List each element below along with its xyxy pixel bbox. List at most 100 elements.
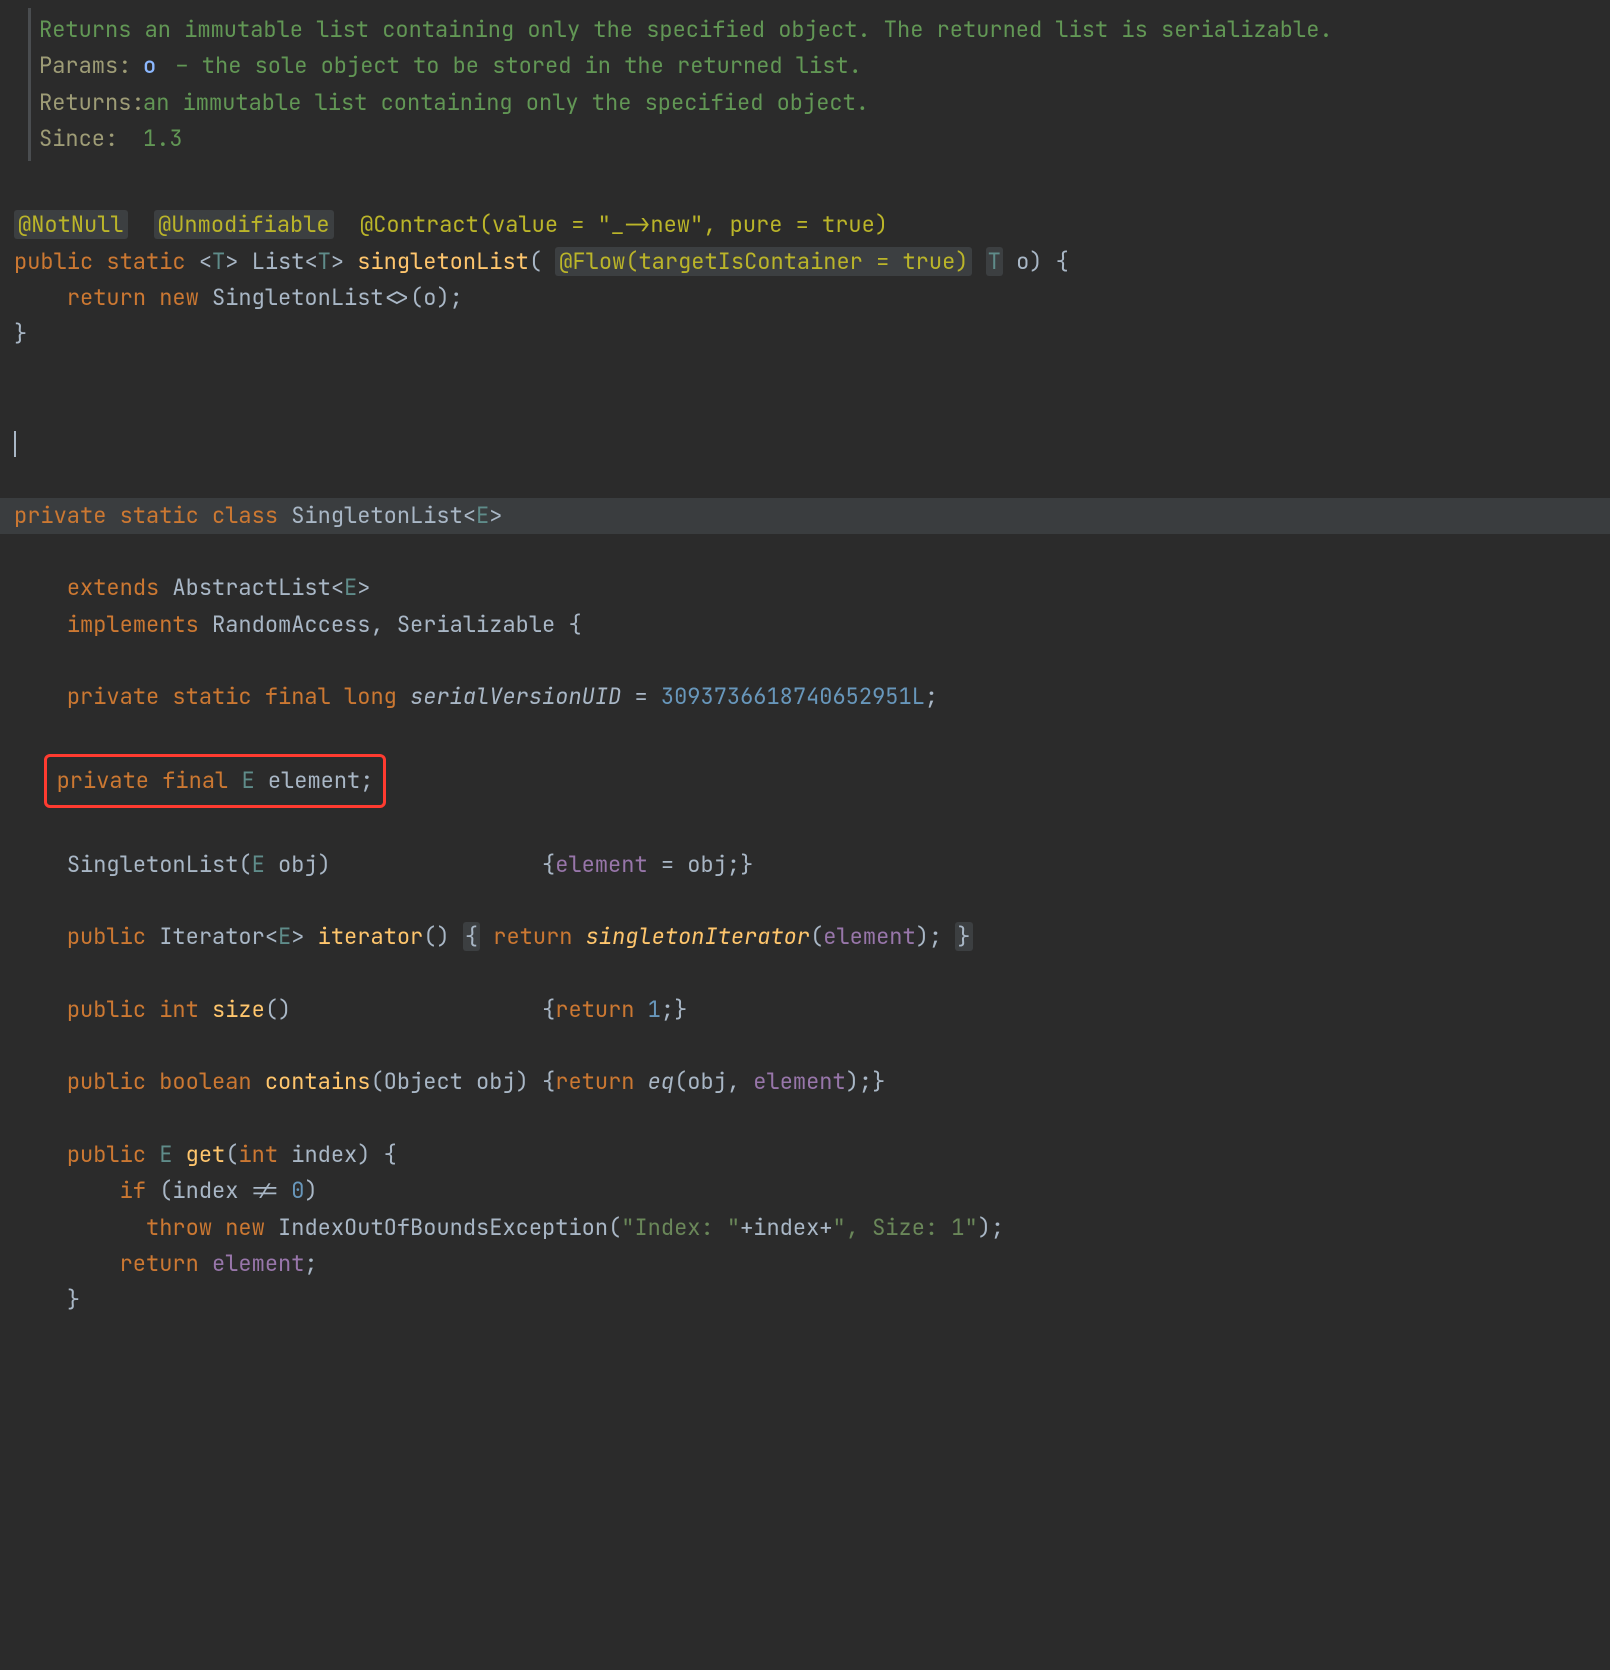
param-obj2: obj — [476, 1067, 516, 1096]
ret-type-E: E — [159, 1140, 172, 1169]
kw-extends: extends — [67, 573, 159, 602]
kw-public3: public — [67, 995, 146, 1024]
type-arg-E: E — [344, 573, 357, 602]
contains-line: public boolean contains(Object obj) {ret… — [14, 1067, 885, 1096]
throw-line: throw new IndexOutOfBoundsException("Ind… — [14, 1213, 1004, 1242]
caret-icon — [14, 431, 16, 457]
type-ioobe: IndexOutOfBoundsException — [278, 1213, 608, 1242]
arg-obj: obj — [687, 1067, 727, 1096]
kw-int2: int — [238, 1140, 278, 1169]
param-index: index — [291, 1140, 357, 1169]
kw-public5: public — [67, 1140, 146, 1169]
javadoc-params-value: o – the sole object to be stored in the … — [143, 48, 862, 84]
arg-o: o — [423, 283, 436, 312]
kw-private: private — [14, 501, 106, 530]
annotation-contract: @Contract(value = "_->new", pure = true) — [360, 210, 888, 239]
kw-final2: final — [162, 766, 228, 795]
serialversion-line: private static final long serialVersionU… — [14, 682, 938, 711]
num-0: 0 — [291, 1176, 304, 1205]
arg-element: element — [823, 922, 915, 951]
str-size: ", Size: 1" — [833, 1213, 978, 1242]
return-element-line: return element; — [14, 1249, 318, 1278]
type-arg-T: T — [318, 247, 331, 276]
ctor-name: SingletonList — [67, 850, 239, 879]
call-singletonIterator: singletonIterator — [586, 922, 810, 951]
iterator-line: public Iterator<E> iterator() { return s… — [14, 922, 973, 951]
javadoc-params-row: Params: o – the sole object to be stored… — [39, 48, 1610, 84]
kw-public4: public — [67, 1067, 146, 1096]
kw-public: public — [14, 247, 93, 276]
implements-line: implements RandomAccess, Serializable { — [14, 610, 582, 639]
type-singletonlist: SingletonList — [212, 283, 384, 312]
annotation-line: @NotNull @Unmodifiable @Contract(value =… — [14, 210, 888, 239]
highlight-box: private final E element; — [44, 754, 387, 808]
javadoc-returns-label: Returns: — [39, 85, 133, 121]
type-iterator: Iterator — [159, 922, 265, 951]
str-index: "Index: " — [621, 1213, 740, 1242]
ctor-element: element — [555, 850, 647, 879]
kw-return2: return — [493, 922, 572, 951]
kw-static: static — [106, 247, 185, 276]
type-object: Object — [384, 1067, 463, 1096]
param-o: o — [1016, 247, 1029, 276]
num-1: 1 — [648, 995, 661, 1024]
ctor-ptype-E: E — [252, 850, 265, 879]
kw-return4: return — [555, 1067, 634, 1096]
class-decl-line: private static class SingletonList<E> — [0, 498, 1610, 534]
field-element: element — [268, 766, 360, 795]
method-singletonList: singletonList — [357, 247, 529, 276]
kw-implements: implements — [67, 610, 199, 639]
kw-static3: static — [172, 682, 251, 711]
field-type-E: E — [241, 766, 254, 795]
constructor-line: SingletonList(E obj) {element = obj;} — [14, 850, 753, 879]
javadoc-param-desc: – the sole object to be stored in the re… — [162, 51, 862, 80]
kw-long: long — [344, 682, 397, 711]
element-field-line: private final E element; — [14, 766, 386, 795]
type-arg-E2: E — [278, 922, 291, 951]
kw-private3: private — [57, 766, 149, 795]
num-serial: 3093736618740652951L — [661, 682, 925, 711]
javadoc-params-label: Params: — [39, 48, 133, 84]
type-param-E: E — [476, 501, 489, 530]
class-name: SingletonList — [291, 501, 463, 530]
kw-return5: return — [120, 1249, 199, 1278]
if-line: if (index != 0) — [14, 1176, 318, 1205]
kw-new: new — [159, 283, 199, 312]
kw-public2: public — [67, 922, 146, 951]
javadoc-block: Returns an immutable list containing onl… — [28, 8, 1610, 161]
type-abstractlist: AbstractList — [172, 573, 330, 602]
method-iterator: iterator — [318, 922, 424, 951]
javadoc-since-row: Since: 1.3 — [39, 121, 1610, 157]
method-signature-line: public static <T> List<T> singletonList(… — [14, 247, 1069, 276]
close-brace: } — [14, 319, 27, 348]
arg-element2: element — [753, 1067, 845, 1096]
ret-element: element — [212, 1249, 304, 1278]
get-sig-line: public E get(int index) { — [14, 1140, 397, 1169]
var-index2: index — [753, 1213, 819, 1242]
annotation-unmodifiable: @Unmodifiable — [154, 210, 334, 239]
kw-return3: return — [555, 995, 634, 1024]
ctor-param-obj: obj — [278, 850, 318, 879]
field-serialversionuid: serialVersionUID — [410, 682, 621, 711]
return-line: return new SingletonList<>(o); — [14, 283, 463, 312]
type-param-T: T — [212, 247, 225, 276]
code-editor[interactable]: @NotNull @Unmodifiable @Contract(value =… — [0, 171, 1610, 1318]
caret-line[interactable] — [14, 428, 16, 457]
javadoc-since-value: 1.3 — [143, 121, 183, 157]
kw-new2: new — [225, 1213, 265, 1242]
method-get: get — [186, 1140, 226, 1169]
kw-class: class — [212, 501, 278, 530]
javadoc-since-label: Since: — [39, 121, 133, 157]
var-index: index — [172, 1176, 238, 1205]
kw-return: return — [67, 283, 146, 312]
annotation-flow: @Flow(targetIsContainer = true) — [555, 247, 972, 276]
close-get-line: } — [14, 1285, 80, 1314]
annotation-notnull: @NotNull — [14, 210, 128, 239]
method-size: size — [212, 995, 265, 1024]
kw-final: final — [265, 682, 331, 711]
kw-int: int — [159, 995, 199, 1024]
kw-if: if — [120, 1176, 146, 1205]
type-list: List — [252, 247, 305, 276]
kw-private2: private — [67, 682, 159, 711]
kw-static2: static — [120, 501, 199, 530]
